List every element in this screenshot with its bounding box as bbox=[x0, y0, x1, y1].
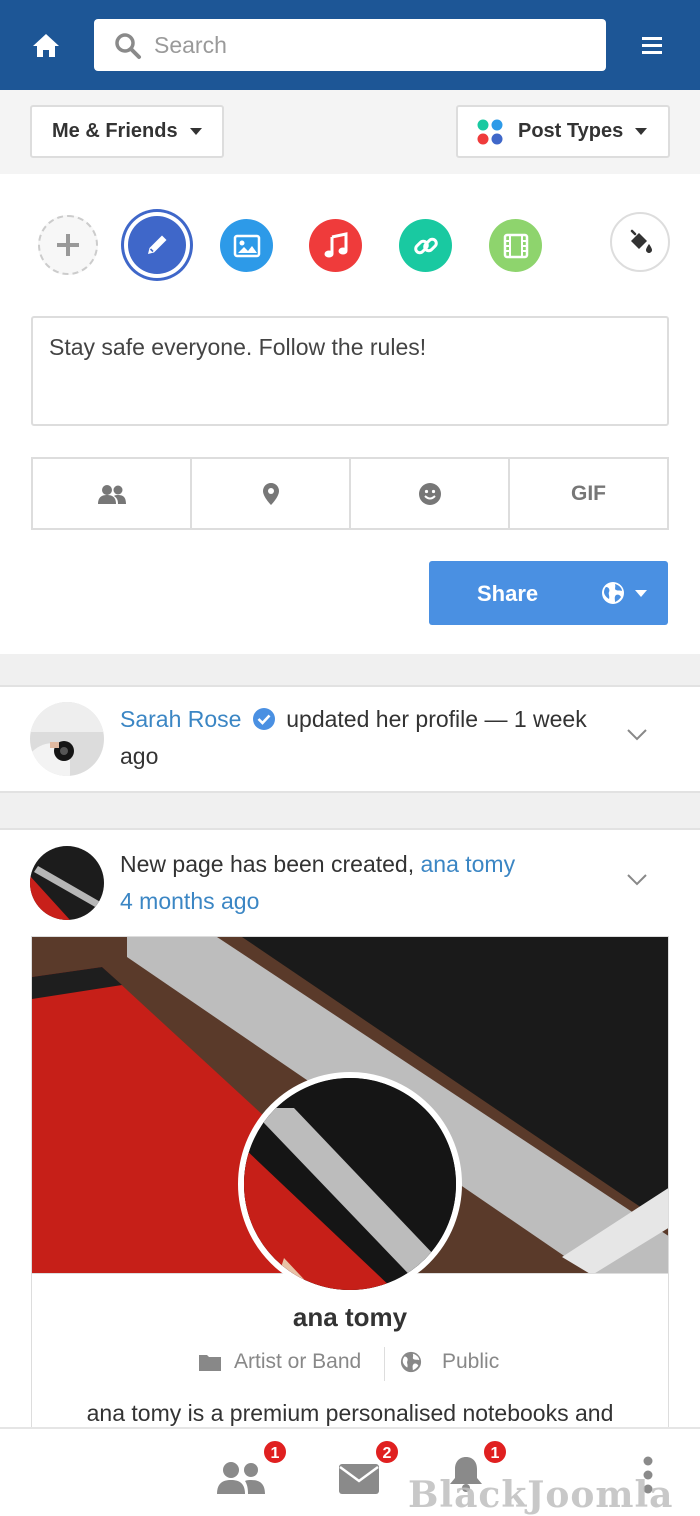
friends-nav-button[interactable]: 1 bbox=[214, 1439, 288, 1499]
post-type-link-button[interactable] bbox=[399, 219, 452, 272]
menu-button[interactable] bbox=[640, 34, 666, 58]
post-types-dropdown[interactable]: Post Types bbox=[456, 105, 670, 158]
page-category-label: Artist or Band bbox=[234, 1350, 362, 1373]
post-types-icon bbox=[477, 119, 503, 144]
film-icon bbox=[503, 233, 528, 258]
feed-item-page-created: New page has been created, ana tomy 4 mo… bbox=[0, 828, 700, 1448]
tag-friends-button[interactable] bbox=[33, 459, 192, 528]
more-post-types-button[interactable] bbox=[38, 215, 98, 275]
home-icon bbox=[33, 34, 59, 57]
share-button[interactable]: Share bbox=[429, 561, 668, 625]
page-privacy: Public bbox=[400, 1350, 499, 1374]
page-avatar[interactable] bbox=[238, 1072, 462, 1296]
avatar[interactable] bbox=[30, 702, 104, 776]
messages-nav-button[interactable]: 2 bbox=[336, 1439, 400, 1499]
actor-link[interactable]: Sarah Rose bbox=[120, 706, 241, 732]
folder-icon bbox=[199, 1355, 221, 1371]
page-category[interactable]: Artist or Band bbox=[198, 1350, 361, 1374]
home-button[interactable] bbox=[26, 26, 66, 66]
pencil-icon bbox=[148, 235, 167, 254]
hamburger-icon bbox=[642, 37, 662, 54]
page-description: ana tomy is a premium personalised noteb… bbox=[86, 1400, 614, 1426]
caret-down-icon bbox=[189, 128, 202, 135]
scope-filter-label: Me & Friends bbox=[52, 120, 178, 142]
page-name[interactable]: ana tomy bbox=[0, 1302, 700, 1333]
status-textarea[interactable]: Stay safe everyone. Follow the rules! bbox=[31, 316, 669, 426]
users-icon bbox=[97, 484, 126, 504]
add-mood-button[interactable] bbox=[351, 459, 510, 528]
add-gif-button[interactable]: GIF bbox=[510, 459, 667, 528]
avatar-photo bbox=[30, 702, 104, 776]
chevron-down-icon[interactable] bbox=[626, 728, 648, 742]
feed-item-text: Sarah Rose updated her profile — 1 week … bbox=[120, 701, 590, 775]
search-bar[interactable] bbox=[94, 19, 606, 71]
timestamp-link[interactable]: 4 months ago bbox=[120, 888, 259, 914]
avatar-photo bbox=[30, 846, 104, 920]
background-color-button[interactable] bbox=[610, 212, 670, 272]
plus-icon bbox=[57, 234, 79, 256]
search-input[interactable] bbox=[154, 27, 584, 63]
message-text: New page has been created, bbox=[120, 851, 415, 877]
image-icon bbox=[233, 234, 260, 257]
users-icon bbox=[217, 1462, 265, 1494]
post-types-label: Post Types bbox=[518, 120, 624, 142]
link-icon bbox=[413, 237, 438, 254]
avatar[interactable] bbox=[30, 846, 104, 920]
post-type-status-button[interactable] bbox=[124, 212, 190, 278]
page-avatar-photo bbox=[244, 1078, 456, 1290]
globe-icon[interactable] bbox=[601, 581, 625, 605]
envelope-icon bbox=[339, 1464, 379, 1494]
globe-icon bbox=[400, 1351, 422, 1373]
feed-item-profile-update: Sarah Rose updated her profile — 1 week … bbox=[0, 685, 700, 793]
actor-link[interactable]: ana tomy bbox=[420, 851, 515, 877]
composer-tools: GIF bbox=[31, 457, 669, 530]
post-type-video-button[interactable] bbox=[489, 219, 542, 272]
page-privacy-label: Public bbox=[442, 1350, 500, 1373]
notifications-badge: 1 bbox=[482, 1439, 508, 1465]
post-type-audio-button[interactable] bbox=[309, 219, 362, 272]
status-text: Stay safe everyone. Follow the rules! bbox=[49, 334, 427, 360]
share-label: Share bbox=[477, 581, 539, 606]
smiley-icon bbox=[418, 482, 441, 505]
add-location-button[interactable] bbox=[192, 459, 351, 528]
feed-item-text: New page has been created, ana tomy 4 mo… bbox=[120, 846, 600, 920]
paint-bucket-icon bbox=[630, 229, 652, 253]
watermark-logo: BlackJoomla bbox=[408, 1474, 674, 1516]
music-note-icon bbox=[324, 231, 347, 257]
caret-down-icon[interactable] bbox=[635, 590, 647, 597]
scope-filter-dropdown[interactable]: Me & Friends bbox=[30, 105, 224, 158]
meta-divider bbox=[384, 1347, 385, 1381]
filter-bar: Me & Friends Post Types bbox=[0, 90, 700, 174]
gif-label: GIF bbox=[571, 481, 606, 505]
caret-down-icon bbox=[635, 128, 648, 135]
map-marker-icon bbox=[262, 482, 279, 505]
messages-badge: 2 bbox=[374, 1439, 400, 1465]
friends-badge: 1 bbox=[262, 1439, 288, 1465]
top-bar bbox=[0, 0, 700, 90]
chevron-down-icon[interactable] bbox=[626, 873, 648, 887]
verified-badge-icon bbox=[252, 708, 275, 730]
post-type-photo-button[interactable] bbox=[220, 219, 273, 272]
story-composer: Stay safe everyone. Follow the rules! GI… bbox=[0, 174, 700, 654]
search-icon bbox=[115, 33, 141, 59]
